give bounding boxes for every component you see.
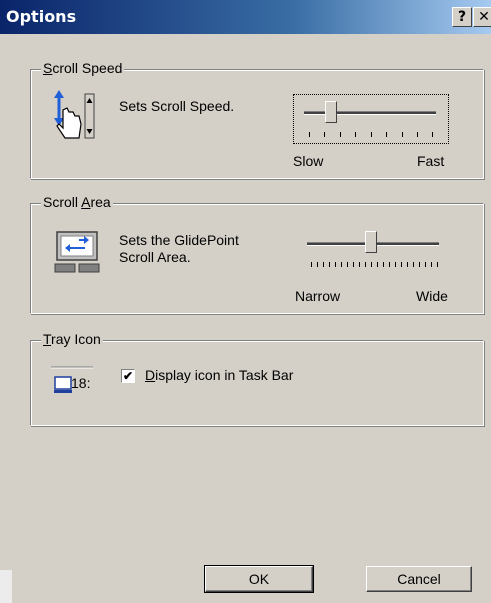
scroll-area-legend: Scroll Area	[41, 194, 113, 210]
window-title: Options	[6, 7, 77, 26]
touchpad-icon	[51, 226, 103, 278]
slider-track	[304, 111, 436, 115]
scroll-speed-group: Scroll Speed Sets Scroll Speed. Slow Fas…	[30, 60, 484, 179]
tray-icon-group: Tray Icon 18: ✔ Display icon in Task Bar	[30, 331, 484, 426]
scroll-hand-icon	[51, 90, 95, 142]
tray-clock-text: 18:	[71, 375, 91, 391]
ok-button[interactable]: OK	[204, 565, 314, 593]
slow-label: Slow	[293, 153, 324, 169]
slider-thumb[interactable]	[365, 231, 378, 259]
cancel-button[interactable]: Cancel	[366, 566, 472, 592]
scroll-area-slider[interactable]	[297, 228, 451, 276]
slider-ticks	[309, 132, 433, 138]
scroll-speed-description: Sets Scroll Speed.	[119, 98, 235, 114]
tray-preview-icon: 18:	[31, 361, 105, 405]
wide-label: Wide	[416, 288, 448, 304]
display-icon-label[interactable]: Display icon in Task Bar	[145, 367, 293, 383]
title-bar[interactable]: Options ? ✕	[0, 0, 491, 34]
help-button[interactable]: ?	[452, 7, 472, 27]
tray-icon-legend: Tray Icon	[41, 331, 103, 347]
fast-label: Fast	[417, 153, 445, 169]
edge-shadow	[0, 570, 12, 603]
slider-ticks	[311, 262, 439, 268]
scroll-speed-legend: Scroll Speed	[41, 60, 125, 76]
slider-thumb[interactable]	[325, 101, 338, 129]
scroll-area-description: Sets the GlidePoint Scroll Area.	[119, 232, 239, 265]
scroll-speed-slider[interactable]	[293, 94, 449, 144]
scroll-area-group: Scroll Area Sets the GlidePoint Scroll Ar…	[30, 194, 484, 314]
close-button[interactable]: ✕	[473, 7, 491, 27]
narrow-label: Narrow	[295, 288, 341, 304]
display-icon-checkbox[interactable]: ✔	[121, 369, 135, 383]
